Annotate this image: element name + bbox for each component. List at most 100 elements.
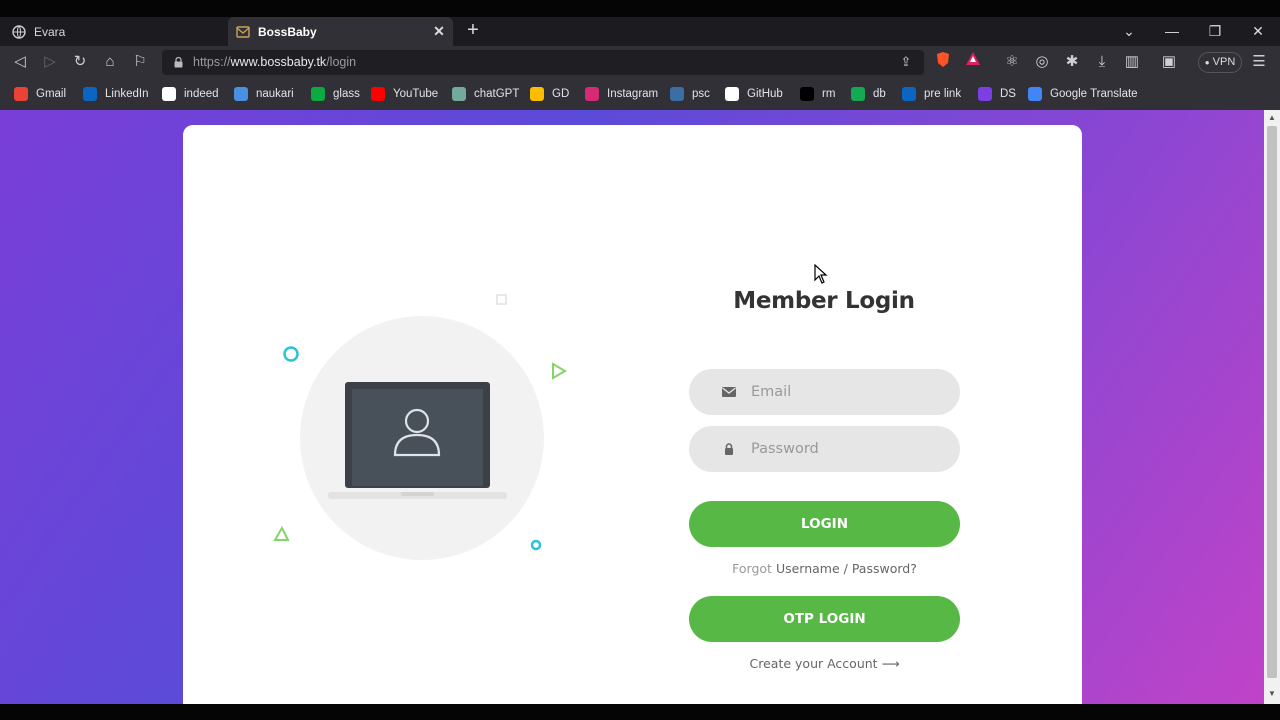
bookmarks-bar: Gmail LinkedIn indeed naukari glass YouTube ch… — [0, 79, 1280, 110]
create-account-link[interactable]: Create your Account ⟶ — [689, 656, 960, 671]
scroll-up-icon[interactable]: ▲ — [1268, 114, 1276, 122]
create-account-label: Create your Account — [749, 656, 878, 671]
page-viewport: Member Login LOGIN Forgot Username / Pas… — [0, 110, 1264, 704]
home-icon[interactable]: ⌂ — [99, 51, 121, 73]
linkedin-icon — [902, 87, 916, 101]
bookmark-db[interactable]: db — [851, 85, 886, 103]
password-field-wrapper — [689, 426, 960, 472]
minimize-icon[interactable]: — — [1152, 17, 1192, 46]
bookmark-label: pre link — [924, 88, 962, 100]
login-button[interactable]: LOGIN — [689, 501, 960, 547]
tab-bar: Evara BossBaby ✕ — [0, 17, 1280, 46]
login-card: Member Login LOGIN Forgot Username / Pas… — [183, 125, 1082, 704]
instagram-icon — [585, 87, 599, 101]
bookmark-indeed[interactable]: indeed — [162, 85, 219, 103]
extension-circle-icon[interactable]: ◎ — [1031, 51, 1053, 73]
bookmark-label: LinkedIn — [105, 88, 149, 100]
close-window-icon[interactable]: ✕ — [1238, 17, 1278, 46]
address-bar[interactable]: https://www.bossbaby.tk/login ⇪ — [162, 50, 924, 75]
back-icon[interactable]: ◁ — [9, 51, 31, 73]
arrow-right-icon: ⟶ — [881, 656, 900, 671]
tab-search-chevron-icon[interactable]: ⌄ — [1109, 17, 1149, 46]
reload-icon[interactable]: ↻ — [69, 51, 91, 73]
page-title: Member Login — [733, 288, 915, 314]
url-scheme: https:// — [193, 55, 231, 69]
deco-play-icon — [552, 362, 567, 380]
deco-small-ring-icon — [530, 539, 542, 551]
forgot-prefix: Forgot — [732, 561, 772, 576]
url-path: /login — [326, 55, 357, 69]
bookmark-label: db — [873, 88, 886, 100]
linkedin-icon — [83, 87, 97, 101]
sidebar-icon[interactable]: ▥ — [1121, 51, 1143, 73]
wallet-icon[interactable]: ▣ — [1158, 51, 1180, 73]
new-tab-icon[interactable]: + — [464, 20, 482, 41]
bookmark-ds[interactable]: DS — [978, 85, 1016, 103]
bookmark-youtube[interactable]: YouTube — [371, 85, 438, 103]
indeed-icon — [162, 87, 176, 101]
otp-login-button[interactable]: OTP LOGIN — [689, 596, 960, 642]
bookmark-label: DS — [1000, 88, 1016, 100]
laptop-screen — [352, 389, 483, 486]
bookmark-github[interactable]: GitHub — [725, 85, 783, 103]
download-icon[interactable]: ⤓ — [1091, 51, 1113, 73]
forward-icon[interactable]: ▷ — [39, 51, 61, 73]
bookmark-chatgpt[interactable]: chatGPT — [452, 85, 519, 103]
bookmark-label: Google Translate — [1050, 88, 1138, 100]
menu-icon[interactable]: ☰ — [1248, 51, 1270, 73]
tab-evara[interactable]: Evara — [0, 17, 228, 46]
toolbar: ◁ ▷ ↻ ⌂ ⚐ https://www.bossbaby.tk/login … — [0, 46, 1280, 79]
youtube-icon — [371, 87, 385, 101]
tab-title: Evara — [34, 24, 66, 39]
extensions-puzzle-icon[interactable]: ✱ — [1061, 51, 1083, 73]
tab-bossbaby[interactable]: BossBaby ✕ — [228, 17, 453, 46]
bookmark-glass[interactable]: glass — [311, 85, 360, 103]
bookmark-label: rm — [822, 88, 836, 100]
bookmark-label: YouTube — [393, 88, 439, 100]
react-devtools-icon[interactable]: ⚛ — [1001, 51, 1023, 73]
psc-icon — [670, 87, 684, 101]
mail-favicon-icon — [236, 25, 250, 38]
bookmark-rm[interactable]: rm — [800, 85, 835, 103]
scrollbar-thumb[interactable] — [1267, 126, 1277, 678]
bookmark-icon[interactable]: ⚐ — [129, 51, 151, 73]
vertical-scrollbar[interactable]: ▲ ▼ — [1264, 110, 1280, 704]
laptop-notch — [401, 492, 434, 496]
vpn-label: VPN — [1212, 56, 1236, 68]
envelope-icon — [722, 387, 736, 397]
bookmark-naukari[interactable]: naukari — [234, 85, 294, 103]
scroll-down-icon[interactable]: ▼ — [1268, 690, 1276, 698]
restore-icon[interactable]: ❐ — [1195, 17, 1235, 46]
rm-icon — [800, 87, 814, 101]
brave-shield-icon[interactable] — [932, 51, 954, 73]
share-icon[interactable]: ⇪ — [895, 51, 917, 73]
bookmark-label: naukari — [256, 88, 294, 100]
email-field[interactable] — [751, 369, 941, 415]
bookmark-linkedin[interactable]: LinkedIn — [83, 85, 148, 103]
vpn-dot-icon: ● — [1204, 58, 1210, 67]
vpn-button[interactable]: ● VPN — [1198, 52, 1242, 73]
mouse-cursor-icon — [814, 264, 828, 284]
drive-icon — [530, 87, 544, 101]
ds-icon — [978, 87, 992, 101]
deco-triangle-icon — [273, 525, 290, 541]
naukri-icon — [234, 87, 248, 101]
bookmark-gmail[interactable]: Gmail — [14, 85, 66, 103]
bookmark-psc[interactable]: psc — [670, 85, 710, 103]
bookmark-instagram[interactable]: Instagram — [585, 85, 658, 103]
laptop-illustration — [273, 294, 567, 560]
github-icon — [725, 87, 739, 101]
brave-rewards-icon[interactable] — [962, 51, 984, 73]
forgot-password-link[interactable]: Username / Password? — [776, 561, 917, 576]
bookmark-google-translate[interactable]: Google Translate — [1028, 85, 1138, 103]
bookmark-label: indeed — [184, 88, 219, 100]
close-tab-icon[interactable]: ✕ — [431, 23, 447, 39]
bookmark-label: Gmail — [36, 88, 67, 100]
lock-icon — [174, 57, 183, 68]
password-field[interactable] — [751, 426, 941, 472]
bookmark-gd[interactable]: GD — [530, 85, 569, 103]
bookmark-label: glass — [333, 88, 360, 100]
bookmark-pre-link[interactable]: pre link — [902, 85, 961, 103]
bookmark-label: chatGPT — [474, 88, 520, 100]
email-field-wrapper — [689, 369, 960, 415]
